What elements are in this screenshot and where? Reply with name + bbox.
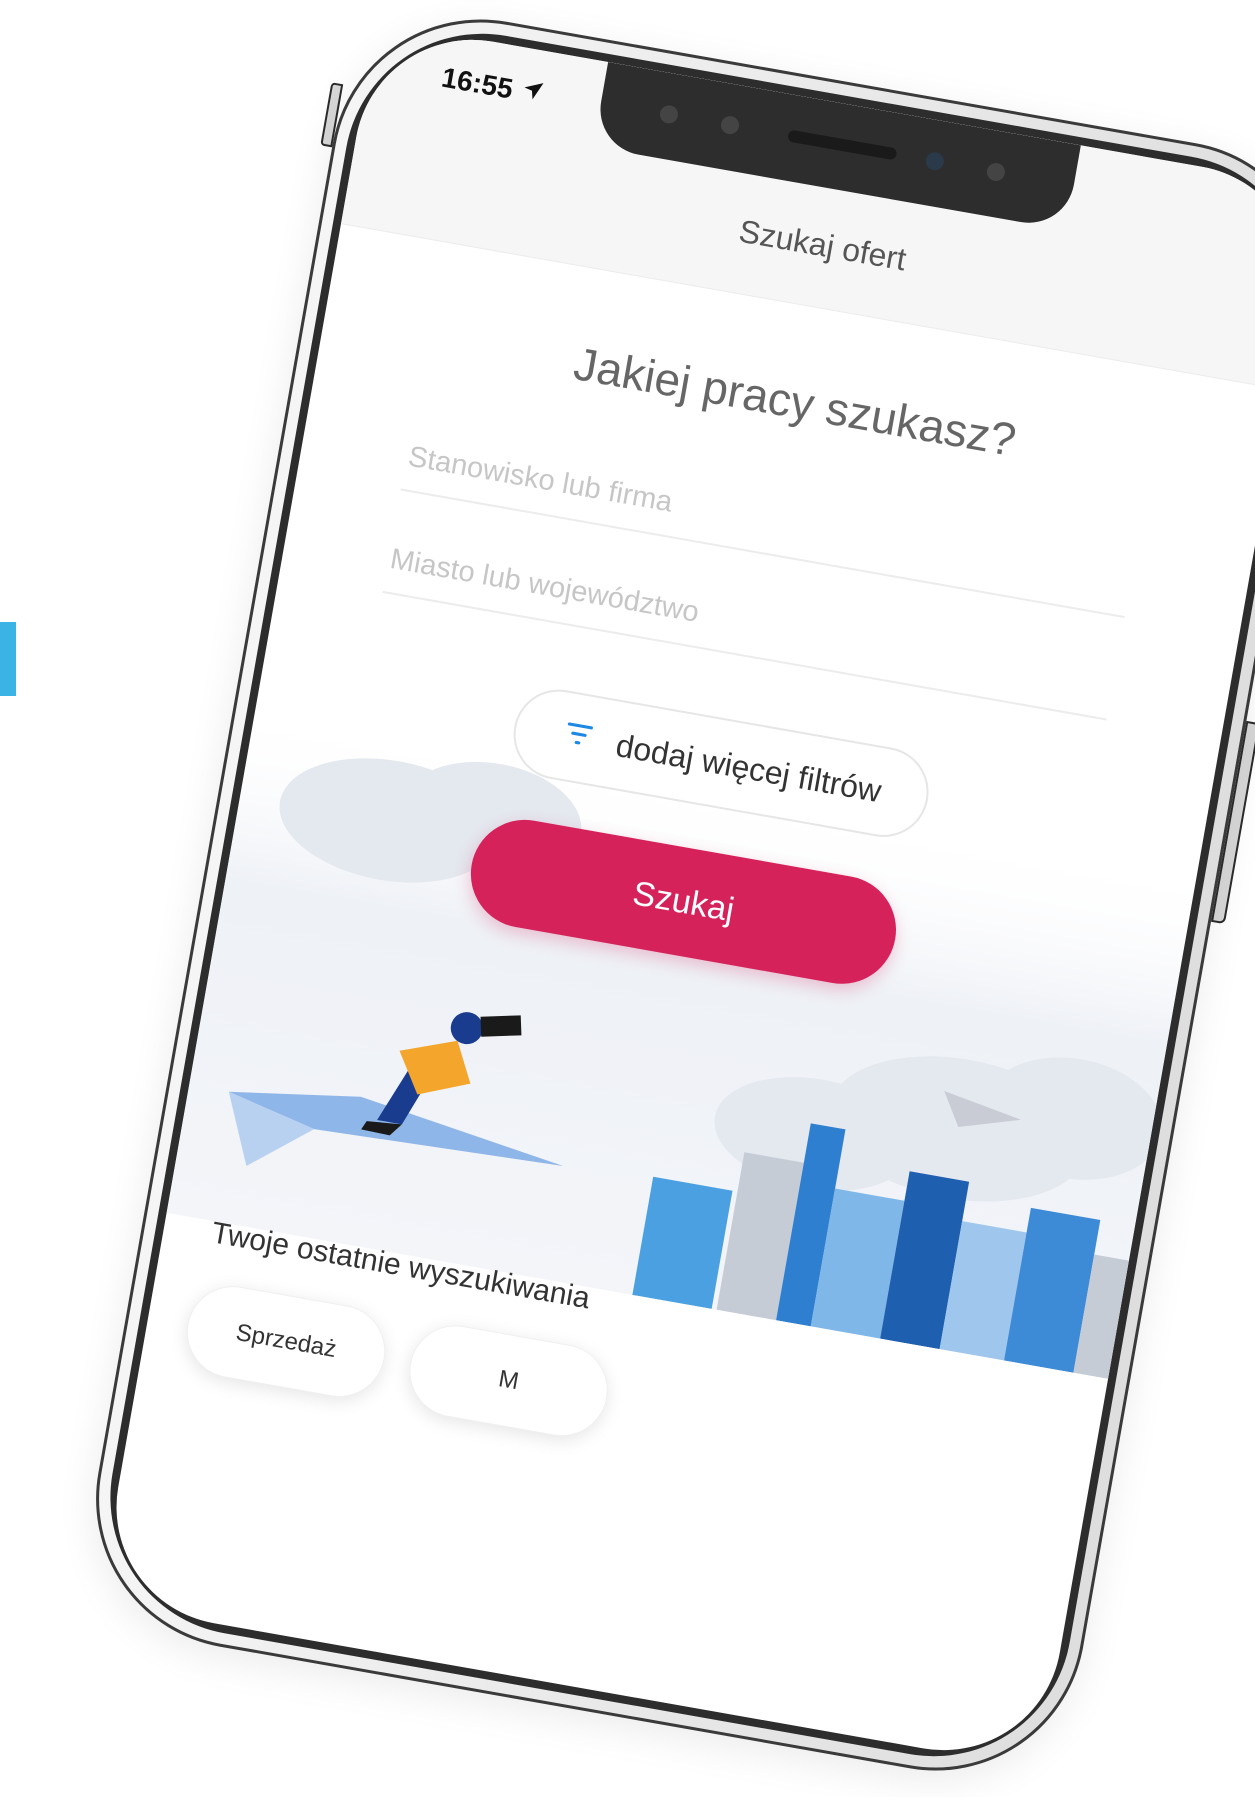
speaker: [787, 129, 898, 161]
sensor-dot: [985, 161, 1007, 183]
accent-bar: [0, 622, 16, 696]
sensor-dot: [658, 103, 680, 125]
add-filters-label: dodaj więcej filtrów: [613, 726, 885, 809]
camera: [924, 150, 946, 172]
phone-mockup: 16:55 Szukaj ofert Jakiej pracy szukasz?: [72, 0, 1255, 1795]
illustration: [166, 700, 1199, 1379]
sensor-dot: [719, 114, 741, 136]
recent-search-chip[interactable]: M: [402, 1318, 616, 1444]
phone-screen: 16:55 Szukaj ofert Jakiej pracy szukasz?: [97, 21, 1255, 1769]
recent-search-chip[interactable]: Sprzedaż: [179, 1278, 393, 1405]
filter-icon: [558, 714, 599, 761]
